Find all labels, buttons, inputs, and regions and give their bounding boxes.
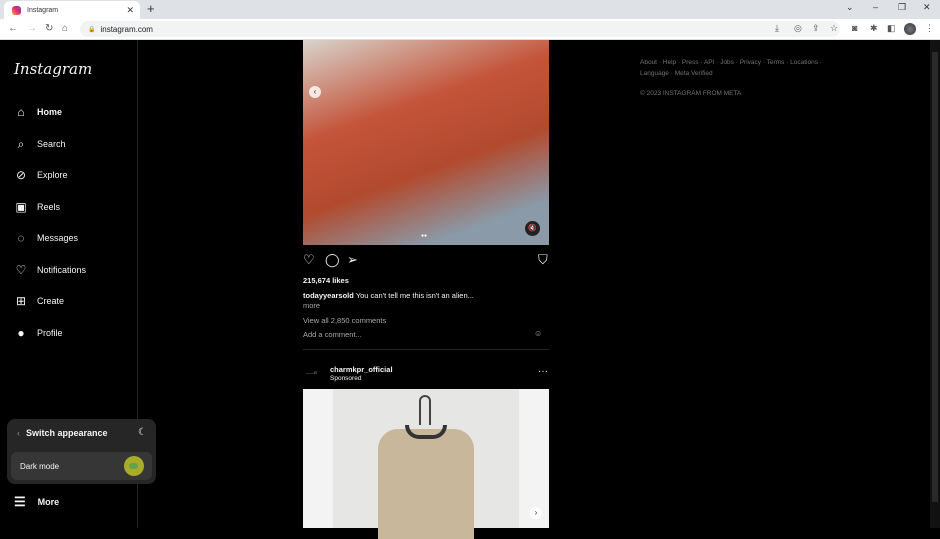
address-bar[interactable]: 🔒 instagram.com — [80, 21, 840, 37]
copyright: © 2023 INSTAGRAM FROM META — [640, 90, 742, 97]
browser-tab-bar: Instagram ✕ + ⌄ – ❐ ✕ — [0, 0, 940, 19]
like-icon[interactable]: ♡ — [303, 252, 315, 268]
instagram-favicon-icon — [12, 5, 21, 15]
messenger-icon: ◌ — [17, 231, 25, 245]
minimize-button[interactable]: – — [873, 2, 878, 12]
side-panel-icon[interactable]: ◧ — [887, 23, 896, 34]
reload-icon[interactable]: ↻ — [45, 23, 53, 34]
nav-label: Profile — [37, 328, 63, 338]
home-browser-icon[interactable]: ⌂ — [62, 23, 68, 34]
tab-title: Instagram — [27, 6, 59, 14]
caption-more-link[interactable]: more — [303, 301, 320, 310]
post-username[interactable]: todayyearsold — [303, 291, 354, 300]
search-icon: ⌕ — [17, 136, 25, 151]
nav-messages[interactable]: ◌ Messages — [14, 230, 78, 246]
browser-toolbar: ← → ↻ ⌂ 🔒 instagram.com ⤓ ◎ ⇪ ☆ ◙ ✱ ◧ ⋮ — [0, 19, 940, 40]
nav-reels[interactable]: ▣ Reels — [14, 199, 60, 215]
hamburger-icon: ☰ — [14, 494, 26, 509]
post-divider — [303, 349, 549, 350]
chevron-left-icon: ‹ — [17, 428, 20, 438]
browser-tab[interactable]: Instagram ✕ — [4, 1, 140, 19]
nav-search[interactable]: ⌕ Search — [14, 136, 66, 152]
share-icon[interactable]: ➢ — [347, 252, 358, 268]
post-image[interactable] — [303, 40, 549, 245]
heart-icon: ♡ — [15, 263, 27, 277]
carousel-next-button[interactable]: › — [530, 507, 542, 519]
nav-home[interactable]: ⌂ Home — [14, 104, 62, 120]
nav-more[interactable]: ☰ More — [14, 494, 59, 510]
share-icon[interactable]: ⇪ — [812, 23, 820, 34]
nav-profile[interactable]: ● Profile — [14, 325, 63, 341]
appearance-back-button[interactable]: ‹ Switch appearance — [17, 428, 108, 438]
close-window-button[interactable]: ✕ — [923, 2, 931, 13]
tshirt-image — [333, 389, 519, 539]
switch-appearance-panel: ‹ Switch appearance ☾ Dark mode — [7, 419, 156, 484]
charmkpr-avatar[interactable]: ——R — [306, 367, 323, 379]
nav-label: More — [37, 497, 60, 507]
back-icon[interactable]: ← — [8, 23, 18, 34]
avatar-icon: ● — [17, 326, 25, 340]
nav-create[interactable]: ⊞ Create — [14, 293, 64, 309]
nav-label: Explore — [37, 170, 68, 180]
post-caption: todayyearsold You can't tell me this isn… — [303, 291, 474, 300]
profile-avatar[interactable] — [904, 23, 916, 35]
dark-mode-toggle[interactable] — [124, 456, 144, 476]
footer-links-2[interactable]: Language · Meta Verified — [640, 68, 840, 79]
footer: About · Help · Press · API · Jobs · Priv… — [640, 57, 840, 99]
dark-mode-label: Dark mode — [20, 461, 60, 471]
instagram-logo[interactable]: Instagram — [14, 60, 92, 78]
maximize-button[interactable]: ❐ — [898, 2, 906, 13]
url-text: instagram.com — [100, 24, 153, 34]
menu-icon[interactable]: ⋮ — [925, 23, 934, 34]
page-scrollbar[interactable] — [930, 40, 940, 528]
nav-label: Messages — [37, 233, 79, 243]
mute-icon[interactable]: 🔇 — [525, 221, 540, 236]
footer-links[interactable]: About · Help · Press · API · Jobs · Priv… — [640, 57, 840, 68]
emoji-icon[interactable]: ☺ — [534, 329, 542, 338]
comment-input[interactable]: Add a comment... — [303, 330, 362, 339]
caption-text: You can't tell me this isn't an alien... — [355, 291, 474, 300]
carousel-prev-button[interactable]: ‹ — [309, 86, 321, 98]
extensions-icon[interactable]: ✱ — [870, 23, 878, 34]
carousel-dots: ●● — [421, 233, 428, 239]
plus-square-icon: ⊞ — [15, 294, 27, 308]
save-bookmark-icon[interactable]: ⛉ — [538, 252, 548, 268]
dark-mode-row[interactable]: Dark mode — [11, 452, 152, 480]
tab-search-icon[interactable]: ⌄ — [846, 2, 854, 13]
sponsored-label: Sponsored — [330, 375, 362, 382]
comment-icon[interactable]: ◯ — [325, 252, 340, 268]
reels-icon: ▣ — [15, 200, 27, 214]
lock-icon: 🔒 — [88, 26, 96, 33]
nav-label: Notifications — [37, 265, 87, 275]
likes-count[interactable]: 215,674 likes — [303, 276, 349, 285]
nav-notifications[interactable]: ♡ Notifications — [14, 262, 86, 278]
nav-label: Create — [37, 296, 65, 306]
post2-image[interactable] — [303, 389, 549, 539]
moon-icon: ☾ — [138, 427, 147, 438]
appearance-title: Switch appearance — [26, 428, 108, 438]
nav-label: Search — [37, 139, 66, 149]
nav-explore[interactable]: ⊘ Explore — [14, 167, 68, 183]
close-tab-icon[interactable]: ✕ — [126, 5, 134, 16]
forward-icon[interactable]: → — [27, 23, 37, 34]
compass-icon: ⊘ — [15, 168, 27, 182]
bookmark-star-icon[interactable]: ☆ — [830, 23, 838, 34]
post-actions: ♡ ◯ ➢ ⛉ — [303, 252, 549, 268]
install-icon[interactable]: ⤓ — [775, 23, 779, 34]
camera-icon[interactable]: ◙ — [852, 23, 857, 33]
view-comments-link[interactable]: View all 2,850 comments — [303, 316, 386, 325]
eye-off-icon[interactable]: ◎ — [794, 23, 802, 34]
more-options-icon[interactable]: ··· — [538, 366, 548, 377]
scrollbar-thumb[interactable] — [932, 52, 938, 502]
post2-username[interactable]: charmkpr_official — [330, 365, 393, 374]
nav-label: Reels — [37, 202, 61, 212]
home-icon: ⌂ — [17, 105, 25, 119]
new-tab-button[interactable]: + — [147, 1, 155, 16]
nav-label: Home — [37, 107, 63, 117]
